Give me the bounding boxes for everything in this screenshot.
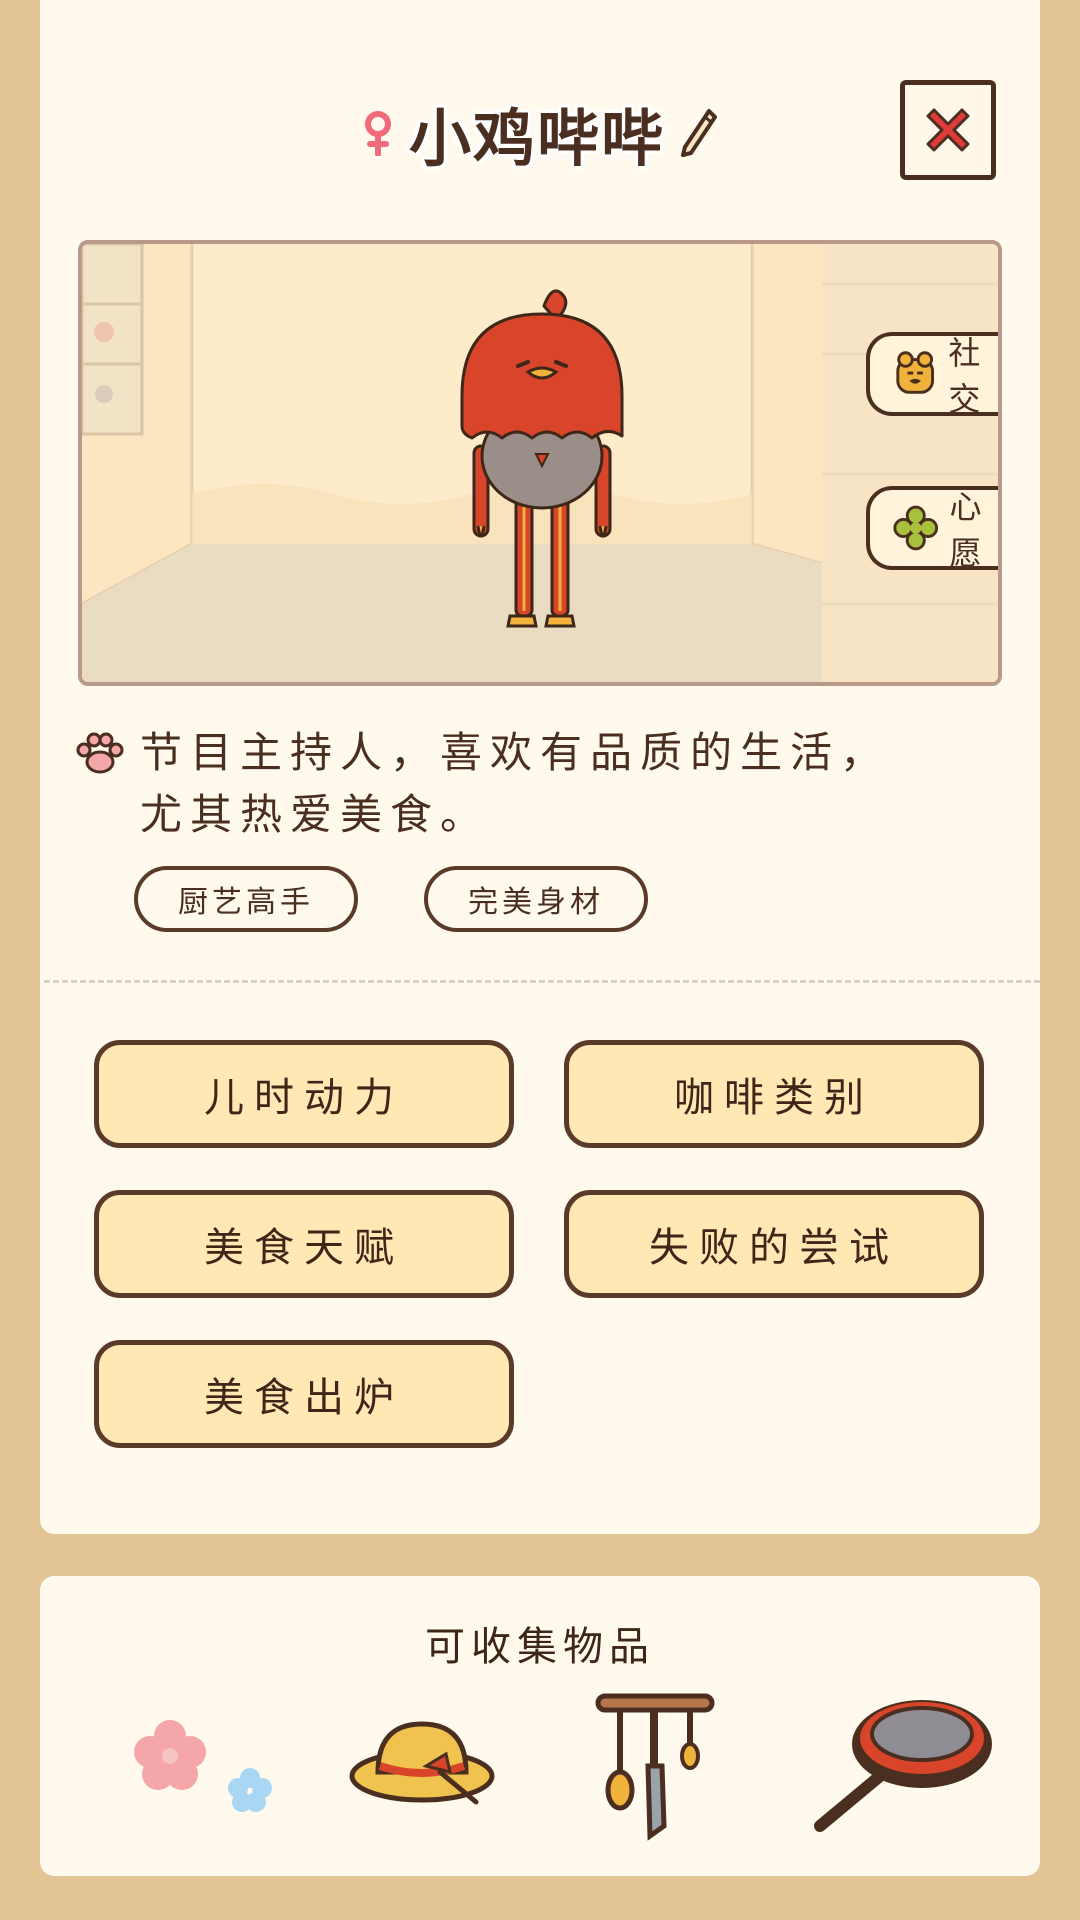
social-label: 社交 [948, 334, 984, 418]
frying-pan-icon[interactable] [800, 1686, 1000, 1846]
character-scene: 社交 心愿 [78, 240, 1002, 686]
clover-icon [893, 505, 939, 551]
description-line-1: 节目主持人，喜欢有品质的生活， [140, 728, 891, 777]
wish-label: 心愿 [949, 488, 985, 572]
description-text: 节目主持人，喜欢有品质的生活， 尤其热爱美食。 [140, 722, 890, 846]
character-description: 节目主持人，喜欢有品质的生活， 尤其热爱美食。 [76, 722, 1006, 846]
close-button[interactable] [900, 80, 996, 180]
collectables-title: 可收集物品 [425, 1624, 655, 1670]
story-button[interactable]: 美食出炉 [94, 1340, 514, 1448]
pencil-icon[interactable] [679, 107, 719, 159]
trait-tag[interactable]: 厨艺高手 [134, 866, 358, 932]
flowers-icon[interactable] [120, 1706, 280, 1826]
tag-list: 厨艺高手 完美身材 [134, 866, 648, 932]
paw-print-icon [76, 732, 124, 774]
story-button[interactable]: 咖啡类别 [564, 1040, 984, 1148]
title-row: 小鸡哔哔 [40, 88, 1040, 178]
utensil-rack-icon[interactable] [590, 1686, 720, 1846]
wish-button[interactable]: 心愿 [866, 486, 998, 572]
story-button[interactable]: 儿时动力 [94, 1040, 514, 1148]
straw-hat-icon[interactable] [346, 1706, 506, 1826]
close-x-icon [926, 108, 970, 152]
trait-tag[interactable]: 完美身材 [424, 866, 648, 932]
female-symbol-icon [364, 111, 391, 156]
profile-card: 小鸡哔哔 社交 心愿 节目主持人，喜欢有品质的生活， 尤其热爱美食。 厨艺高手 … [40, 0, 1040, 1534]
chicken-character[interactable] [452, 286, 632, 646]
description-line-2: 尤其热爱美食。 [140, 790, 491, 839]
story-grid: 儿时动力 咖啡类别 美食天赋 失败的尝试 美食出炉 [94, 1040, 990, 1448]
collectables-card: 可收集物品 [40, 1576, 1040, 1876]
chicken-face-icon [896, 351, 935, 394]
character-name: 小鸡哔哔 [408, 102, 665, 175]
social-button[interactable]: 社交 [866, 332, 998, 418]
story-button[interactable]: 美食天赋 [94, 1190, 514, 1298]
divider [44, 980, 1040, 983]
story-button[interactable]: 失败的尝试 [564, 1190, 984, 1298]
